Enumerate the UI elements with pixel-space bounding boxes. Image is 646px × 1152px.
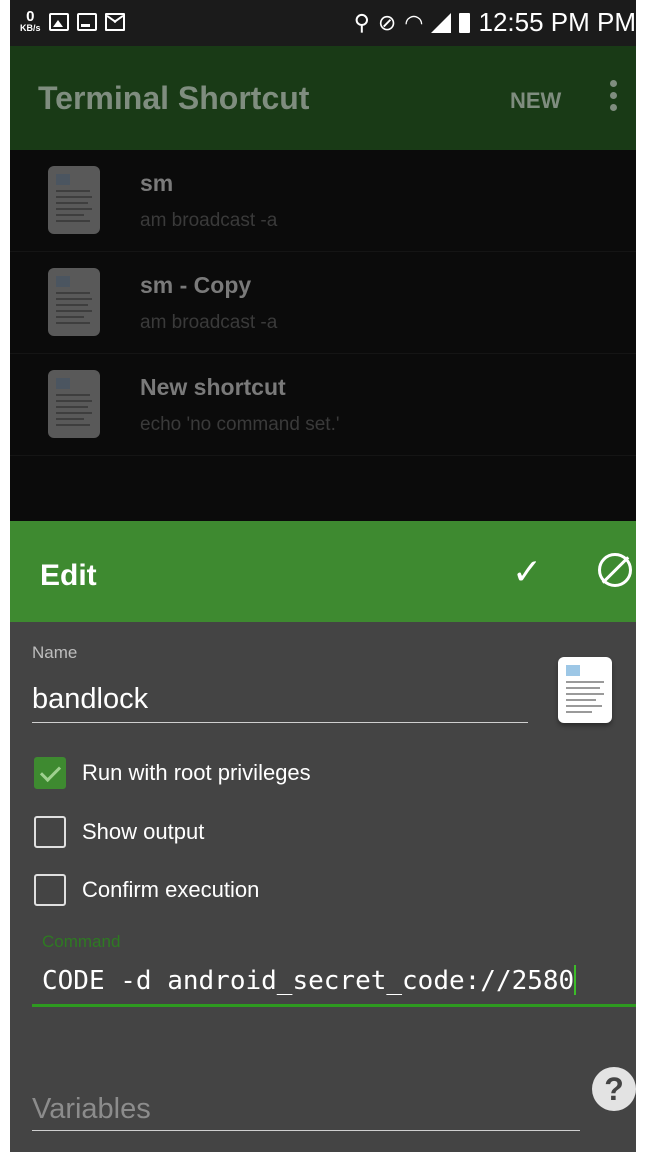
document-icon [48, 268, 100, 336]
show-output-label: Show output [82, 819, 205, 844]
cancel-icon[interactable] [598, 553, 632, 587]
network-speed: 0 KB/s [20, 8, 41, 33]
confirm-execution-option[interactable]: Confirm execution [34, 874, 259, 906]
phone-screen: 0 KB/s ⚲ ⊘ ◠ 12:55 PM PM Terminal Shortcu… [10, 0, 636, 1152]
text-cursor [574, 965, 577, 995]
shortcut-icon-picker[interactable] [558, 657, 612, 723]
confirm-execution-label: Confirm execution [82, 877, 260, 902]
name-input[interactable]: bandlock [32, 671, 528, 723]
gallery-icon [48, 12, 69, 31]
command-input[interactable]: CODE -d android_secret_code://2580 [32, 955, 636, 1007]
list-item[interactable]: sm - Copy am broadcast -a [10, 252, 636, 354]
new-button[interactable]: NEW [510, 88, 561, 114]
show-output-option[interactable]: Show output [34, 816, 204, 848]
command-label: Command [42, 932, 121, 951]
mail-icon [104, 12, 125, 31]
app-bar: Terminal Shortcut NEW [10, 46, 636, 150]
name-label: Name [32, 643, 78, 662]
dialog-header: Edit ✓ [10, 521, 636, 622]
battery-icon [459, 12, 471, 33]
shortcut-name: sm - Copy [140, 272, 252, 298]
mute-icon: ⊘ [377, 9, 397, 35]
shortcut-name: sm [140, 170, 174, 196]
dialog-title: Edit [40, 559, 97, 592]
signal-icon [431, 12, 452, 33]
wifi-icon: ◠ [404, 9, 424, 35]
help-icon[interactable]: ? [592, 1067, 636, 1111]
document-icon [48, 166, 100, 234]
run-root-checkbox[interactable] [34, 757, 66, 789]
command-value: CODE -d android_secret_code://2580 [42, 966, 575, 996]
shortcut-list: sm am broadcast -a sm - Copy am broadcas… [10, 150, 636, 456]
shortcut-name: New shortcut [140, 374, 286, 400]
run-root-label: Run with root privileges [82, 760, 311, 785]
run-root-option[interactable]: Run with root privileges [34, 757, 311, 789]
show-output-checkbox[interactable] [34, 816, 66, 848]
list-item[interactable]: sm am broadcast -a [10, 150, 636, 252]
shortcut-command: am broadcast -a [140, 312, 278, 333]
save-check-icon[interactable]: ✓ [512, 551, 542, 593]
variables-input[interactable]: Variables [32, 1081, 580, 1131]
more-options-icon[interactable] [610, 80, 618, 116]
list-item[interactable]: New shortcut echo 'no command set.' [10, 354, 636, 456]
location-icon: ⚲ [353, 9, 370, 35]
status-bar: 0 KB/s ⚲ ⊘ ◠ 12:55 PM PM [10, 0, 636, 46]
shortcut-command: echo 'no command set.' [140, 414, 340, 435]
shortcut-command: am broadcast -a [140, 210, 278, 231]
clock: 12:55 PM PM [478, 7, 636, 37]
terminal-icon [76, 12, 97, 31]
document-icon [48, 370, 100, 438]
confirm-execution-checkbox[interactable] [34, 874, 66, 906]
edit-dialog: Edit ✓ Name bandlock Run with root privi… [10, 521, 636, 1152]
app-title: Terminal Shortcut [38, 80, 310, 116]
